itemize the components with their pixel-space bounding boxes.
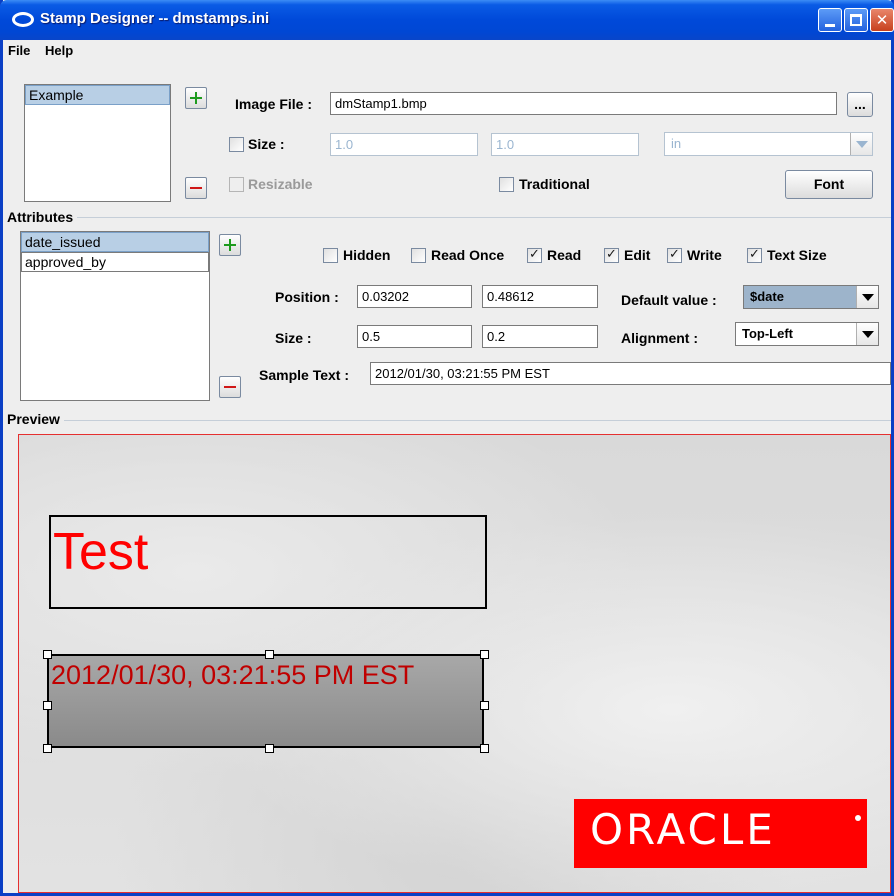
read-label: Read: [547, 247, 582, 263]
stamp-field-date-issued-text: 2012/01/30, 03:21:55 PM EST: [51, 660, 415, 690]
minimize-button[interactable]: [818, 8, 842, 32]
resize-handle-bottom-left[interactable]: [43, 744, 52, 753]
attributes-divider: [7, 217, 891, 218]
sample-text-input[interactable]: 2012/01/30, 03:21:55 PM EST: [370, 362, 891, 385]
resize-handle-bottom[interactable]: [265, 744, 274, 753]
chevron-down-icon: [862, 331, 874, 338]
attribute-list-item-date-issued[interactable]: date_issued: [21, 232, 209, 252]
default-value-label: Default value :: [621, 292, 717, 308]
attribute-size-width-input[interactable]: 0.5: [357, 325, 472, 348]
remove-attribute-button[interactable]: [219, 376, 241, 398]
resize-handle-top-right[interactable]: [480, 650, 489, 659]
menu-bar: File Help: [3, 40, 891, 62]
chevron-down-icon: [862, 294, 874, 301]
position-label: Position :: [275, 289, 339, 305]
read-once-label: Read Once: [431, 247, 505, 263]
remove-stamp-button[interactable]: [185, 177, 207, 199]
close-icon: ✕: [875, 12, 889, 29]
preview-group-title: Preview: [7, 411, 64, 427]
stamp-field-test[interactable]: Test: [49, 515, 487, 609]
position-y-input[interactable]: 0.48612: [482, 285, 598, 308]
stamp-preview-canvas[interactable]: Test 2012/01/30, 03:21:55 PM EST ORACLE: [18, 434, 891, 893]
attribute-size-height-input[interactable]: 0.2: [482, 325, 598, 348]
checkmark-icon: ✓: [749, 246, 760, 261]
resize-handle-left[interactable]: [43, 701, 52, 710]
sample-text-label: Sample Text :: [259, 367, 349, 383]
read-once-checkbox[interactable]: [411, 248, 426, 263]
image-size-width-input[interactable]: 1.0: [330, 133, 478, 156]
default-value-text: $date: [750, 289, 784, 304]
attribute-list-item-approved-by[interactable]: approved_by: [21, 252, 209, 272]
stamp-field-test-text: Test: [53, 523, 149, 581]
image-file-input[interactable]: dmStamp1.bmp: [330, 92, 837, 115]
attribute-list[interactable]: date_issued approved_by: [20, 231, 210, 401]
hidden-checkbox[interactable]: [323, 248, 338, 263]
stamp-list[interactable]: Example: [24, 84, 171, 202]
text-size-label: Text Size: [767, 247, 827, 263]
menu-file[interactable]: File: [8, 43, 30, 58]
traditional-checkbox[interactable]: [499, 177, 514, 192]
unit-select[interactable]: in: [664, 132, 873, 156]
maximize-button[interactable]: [844, 8, 868, 32]
default-value-select[interactable]: $date: [743, 285, 879, 309]
checkmark-icon: ✓: [669, 246, 680, 261]
close-button[interactable]: ✕: [870, 8, 894, 32]
menu-help[interactable]: Help: [45, 43, 73, 58]
app-icon: [12, 12, 34, 27]
traditional-label: Traditional: [519, 176, 590, 192]
add-attribute-button[interactable]: [219, 234, 241, 256]
minimize-icon: [825, 23, 835, 27]
resize-handle-top-left[interactable]: [43, 650, 52, 659]
resize-handle-top[interactable]: [265, 650, 274, 659]
browse-button[interactable]: ...: [847, 92, 873, 117]
preview-divider: [7, 420, 891, 421]
read-checkbox[interactable]: ✓: [527, 246, 542, 263]
add-stamp-button[interactable]: [185, 87, 207, 109]
attributes-group-title: Attributes: [7, 209, 78, 225]
window-title: Stamp Designer -- dmstamps.ini: [40, 10, 270, 27]
registered-mark-icon: [855, 815, 861, 821]
position-x-input[interactable]: 0.03202: [357, 285, 472, 308]
edit-checkbox[interactable]: ✓: [604, 246, 619, 263]
font-button[interactable]: Font: [785, 170, 873, 199]
stamp-designer-window: Stamp Designer -- dmstamps.ini ✕ File He…: [0, 0, 894, 896]
image-file-label: Image File :: [235, 96, 313, 112]
resize-handle-right[interactable]: [480, 701, 489, 710]
alignment-label: Alignment :: [621, 330, 698, 346]
alignment-select[interactable]: Top-Left: [735, 322, 879, 346]
stamp-list-item[interactable]: Example: [25, 85, 170, 105]
resizable-checkbox[interactable]: [229, 177, 244, 192]
write-checkbox[interactable]: ✓: [667, 246, 682, 263]
write-label: Write: [687, 247, 722, 263]
chevron-down-icon: [856, 141, 868, 148]
oracle-logo-text: ORACLE: [590, 805, 776, 854]
resize-handle-bottom-right[interactable]: [480, 744, 489, 753]
resizable-label: Resizable: [248, 176, 313, 192]
checkmark-icon: ✓: [606, 246, 617, 261]
hidden-label: Hidden: [343, 247, 391, 263]
attribute-size-label: Size :: [275, 330, 312, 346]
oracle-logo: ORACLE: [574, 799, 867, 868]
edit-label: Edit: [624, 247, 651, 263]
stamp-field-date-issued[interactable]: 2012/01/30, 03:21:55 PM EST: [47, 654, 484, 748]
maximize-icon: [850, 14, 862, 26]
checkmark-icon: ✓: [529, 246, 540, 261]
image-size-height-input[interactable]: 1.0: [491, 133, 639, 156]
text-size-checkbox[interactable]: ✓: [747, 246, 762, 263]
title-bar[interactable]: Stamp Designer -- dmstamps.ini ✕: [0, 0, 894, 40]
size-checkbox[interactable]: [229, 137, 244, 152]
unit-value: in: [671, 136, 682, 151]
size-label: Size :: [248, 136, 285, 152]
alignment-value: Top-Left: [742, 326, 794, 341]
